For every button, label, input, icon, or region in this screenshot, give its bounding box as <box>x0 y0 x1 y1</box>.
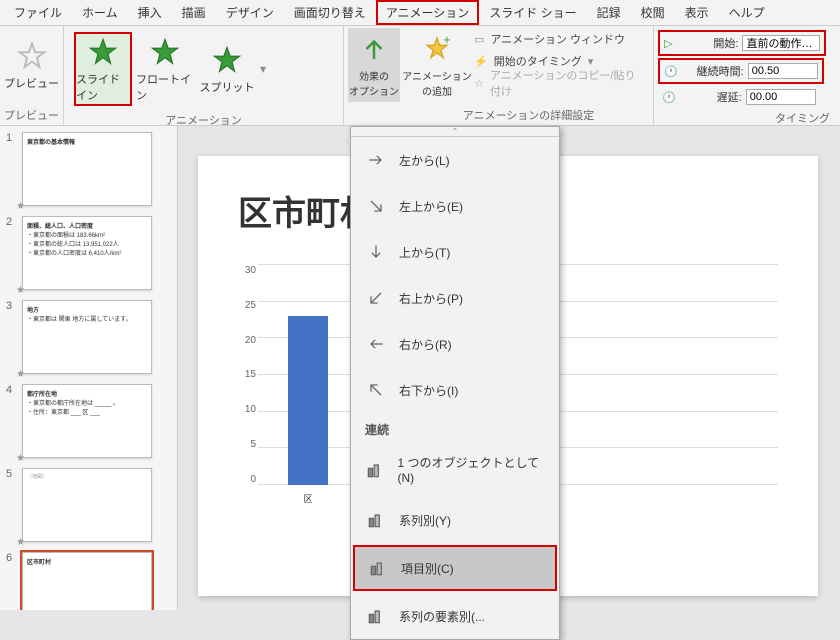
dropdown-item[interactable]: 1 つのオブジェクトとして(N) <box>351 442 559 497</box>
preview-star-icon <box>15 39 49 73</box>
delay-label: 遅延: <box>680 89 742 105</box>
add-animation-button[interactable]: + アニメーション の追加 <box>408 28 466 102</box>
dropdown-item[interactable]: 右上から(P) <box>351 275 559 321</box>
anim-label: フロートイン <box>136 71 194 103</box>
anim-pane-button[interactable]: ▭アニメーション ウィンドウ <box>470 28 649 50</box>
add-anim-label: アニメーション の追加 <box>402 68 472 98</box>
menu-draw[interactable]: 描画 <box>172 0 216 25</box>
dropdown-section-sequence: 連続 <box>351 413 559 442</box>
menu-insert[interactable]: 挿入 <box>128 0 172 25</box>
star-icon <box>148 35 182 69</box>
slide-thumbnails: 1東京都の基本情報★2面積、総人口、人口密度・東京都の面積は 183.66km²… <box>0 126 178 610</box>
star-icon <box>86 35 120 69</box>
dropdown-item[interactable]: 右から(R) <box>351 321 559 367</box>
delay-input[interactable] <box>746 89 816 105</box>
chart-yaxis: 302520151050 <box>238 265 256 485</box>
dropdown-item[interactable]: 上から(T) <box>351 229 559 275</box>
anim-split[interactable]: スプリット <box>198 32 256 106</box>
slide-thumb[interactable]: 5〔地図〕★ <box>0 462 177 546</box>
chart-bar <box>288 316 328 485</box>
ribbon-effect-options: 効果の オプション <box>344 26 404 125</box>
arrow-icon <box>365 149 387 171</box>
slide-thumb[interactable]: 3地方・東京都は 関東 地方に属しています。★ <box>0 294 177 378</box>
star-plus-icon: + <box>420 32 454 66</box>
menu-file[interactable]: ファイル <box>4 0 72 25</box>
bars-icon <box>365 605 387 627</box>
ribbon-group-preview: プレビュー プレビュー <box>0 26 64 125</box>
arrow-icon <box>365 379 387 401</box>
menu-design[interactable]: デザイン <box>216 0 284 25</box>
bars-icon <box>365 459 386 481</box>
start-select[interactable] <box>742 35 820 51</box>
menu-home[interactable]: ホーム <box>72 0 128 25</box>
arrow-icon <box>365 333 387 355</box>
effect-options-button[interactable]: 効果の オプション <box>348 28 400 102</box>
dropdown-item[interactable]: 項目別(C) <box>353 545 557 591</box>
anim-float-in[interactable]: フロートイン <box>136 32 194 106</box>
ribbon-group-advanced: + アニメーション の追加 ▭アニメーション ウィンドウ ⚡開始のタイミング ▾… <box>404 26 654 125</box>
star-icon <box>210 43 244 77</box>
anim-slide-in[interactable]: スライドイン <box>74 32 132 106</box>
anim-label: スプリット <box>200 79 255 95</box>
trigger-icon: ⚡ <box>474 55 488 68</box>
dropdown-item[interactable]: 左から(L) <box>351 137 559 183</box>
menu-record[interactable]: 記録 <box>587 0 631 25</box>
menu-bar: ファイル ホーム 挿入 描画 デザイン 画面切り替え アニメーション スライド … <box>0 0 840 26</box>
menu-transitions[interactable]: 画面切り替え <box>284 0 376 25</box>
dropdown-item[interactable]: 系列の要素別(... <box>351 593 559 639</box>
dropdown-item[interactable]: 左上から(E) <box>351 183 559 229</box>
arrow-icon <box>365 241 387 263</box>
menu-view[interactable]: 表示 <box>675 0 719 25</box>
advanced-group-label: アニメーションの詳細設定 <box>408 105 649 125</box>
painter-icon: ☆ <box>474 77 484 90</box>
preview-group-label: プレビュー <box>4 105 59 125</box>
slide-thumb[interactable]: 2面積、総人口、人口密度・東京都の面積は 183.66km²・東京都の総人口は … <box>0 210 177 294</box>
clock-icon: 🕐 <box>664 65 678 78</box>
arrow-up-icon <box>357 32 391 66</box>
play-icon: ▷ <box>664 37 672 50</box>
ribbon: プレビュー プレビュー スライドイン フロートイン スプリット ▾ アニメーショ… <box>0 26 840 126</box>
clock-icon: 🕐 <box>662 91 676 104</box>
timing-group-label: タイミング <box>658 108 836 128</box>
menu-review[interactable]: 校閲 <box>631 0 675 25</box>
effect-options-label: 効果の オプション <box>349 68 399 98</box>
dropdown-item[interactable]: 系列別(Y) <box>351 497 559 543</box>
start-label: 開始: <box>676 35 738 51</box>
preview-label: プレビュー <box>4 75 59 91</box>
bars-icon <box>365 509 387 531</box>
slide-thumb[interactable]: 1東京都の基本情報★ <box>0 126 177 210</box>
arrow-icon <box>365 287 387 309</box>
bars-icon <box>367 557 389 579</box>
anim-painter-button: ☆アニメーションのコピー/貼り付け <box>470 72 649 94</box>
menu-help[interactable]: ヘルプ <box>719 0 775 25</box>
effect-options-dropdown: ⌃ 左から(L)左上から(E)上から(T)右上から(P)右から(R)右下から(I… <box>350 126 560 640</box>
arrow-icon <box>365 195 387 217</box>
pane-icon: ▭ <box>474 33 484 46</box>
preview-button[interactable]: プレビュー <box>4 28 59 102</box>
duration-label: 継続時間: <box>682 63 744 79</box>
anim-label: スライドイン <box>76 71 130 103</box>
menu-slideshow[interactable]: スライド ショー <box>479 0 586 25</box>
ribbon-group-timing: ▷ 開始: 🕐 継続時間: 🕐 遅延: タイミング <box>654 26 840 125</box>
ribbon-group-animations: スライドイン フロートイン スプリット ▾ アニメーション <box>64 26 344 125</box>
menu-animations[interactable]: アニメーション <box>376 0 480 25</box>
slide-thumb[interactable]: 6区市町村★ <box>0 546 177 610</box>
gallery-more-icon[interactable]: ▾ <box>260 62 266 76</box>
duration-input[interactable] <box>748 63 818 79</box>
slide-thumb[interactable]: 4都庁所在地・東京都の都庁所在地は _____ 。・住所：東京都 ___ 区 _… <box>0 378 177 462</box>
dropdown-handle[interactable]: ⌃ <box>351 127 559 137</box>
dropdown-item[interactable]: 右下から(I) <box>351 367 559 413</box>
svg-text:+: + <box>443 34 450 47</box>
